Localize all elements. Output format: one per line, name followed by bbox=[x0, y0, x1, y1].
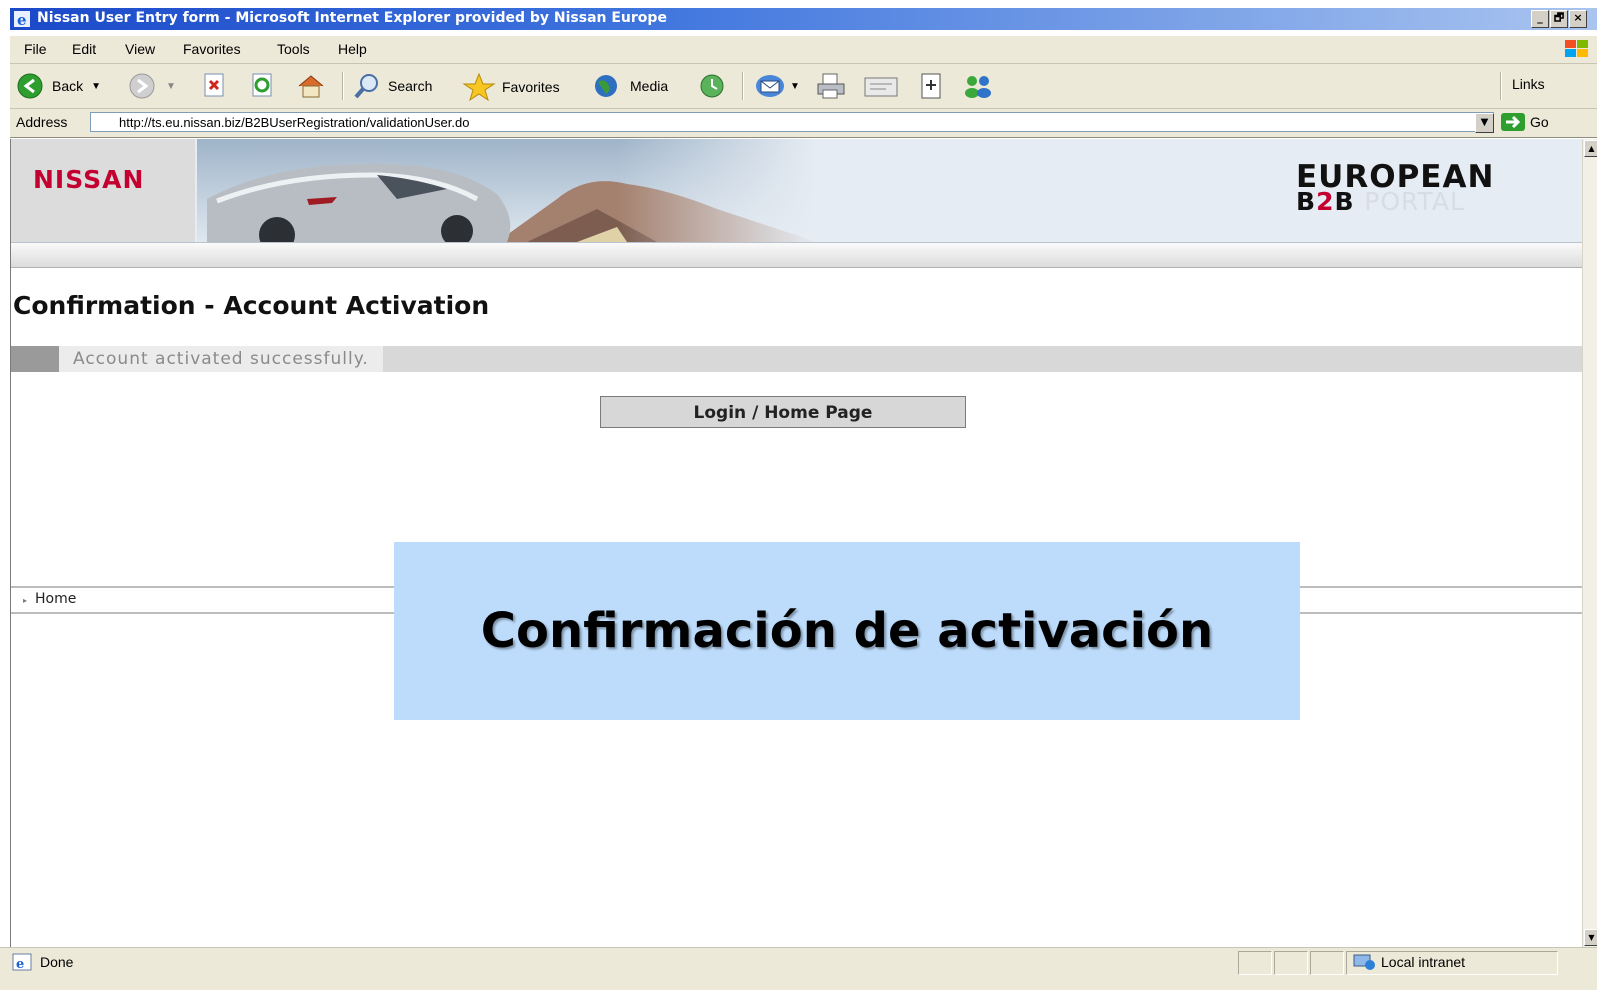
overlay-caption-box: Confirmación de activación bbox=[394, 542, 1300, 720]
bullet-icon: ▸ bbox=[23, 596, 28, 605]
address-label: Address bbox=[16, 114, 68, 130]
menu-file[interactable]: File bbox=[24, 41, 47, 57]
portal-title-b2b: B2B PORTAL bbox=[1296, 187, 1465, 216]
login-home-page-button[interactable]: Login / Home Page bbox=[600, 396, 966, 428]
back-arrow-icon bbox=[17, 73, 43, 99]
favorites-label: Favorites bbox=[502, 79, 560, 95]
local-intranet-icon bbox=[1353, 954, 1375, 970]
forward-button[interactable]: ▼ bbox=[128, 72, 176, 100]
back-dropdown-icon[interactable]: ▼ bbox=[91, 81, 101, 92]
page-title: Confirmation - Account Activation bbox=[13, 291, 490, 320]
car-banner-image bbox=[197, 139, 817, 242]
links-button[interactable]: Links bbox=[1512, 76, 1545, 92]
address-bar: Address http://ts.eu.nissan.biz/B2BUserR… bbox=[10, 109, 1597, 138]
page-done-icon: e bbox=[12, 953, 32, 971]
toolbar: Back ▼ ▼ Search Favorites Media ▼ Links bbox=[10, 64, 1597, 109]
go-button[interactable]: Go bbox=[1500, 112, 1549, 132]
search-button[interactable]: Search bbox=[352, 72, 432, 100]
title-bar: e Nissan User Entry form - Microsoft Int… bbox=[0, 0, 1597, 36]
portal-b-letter-2: B bbox=[1334, 187, 1355, 216]
maximize-button[interactable]: 🗗 bbox=[1550, 10, 1568, 28]
back-button[interactable]: Back ▼ bbox=[16, 72, 101, 100]
home-icon[interactable] bbox=[295, 72, 327, 100]
media-button[interactable]: Media bbox=[592, 72, 668, 100]
home-link-label: Home bbox=[35, 591, 77, 607]
nissan-logo: NISSAN bbox=[33, 165, 145, 194]
favorites-star-icon bbox=[462, 72, 496, 102]
media-globe-icon bbox=[595, 75, 617, 97]
status-text: Done bbox=[40, 954, 74, 970]
search-label: Search bbox=[388, 78, 433, 94]
close-button[interactable]: × bbox=[1569, 10, 1587, 28]
menu-edit[interactable]: Edit bbox=[72, 41, 96, 57]
portal-word: PORTAL bbox=[1364, 187, 1465, 216]
window-title: Nissan User Entry form - Microsoft Inter… bbox=[37, 10, 667, 26]
internet-explorer-icon: e bbox=[14, 11, 30, 28]
scroll-up-button[interactable]: ▲ bbox=[1584, 140, 1597, 157]
edit-icon[interactable] bbox=[862, 72, 900, 100]
address-input[interactable]: http://ts.eu.nissan.biz/B2BUserRegistrat… bbox=[90, 112, 1494, 132]
menu-favorites[interactable]: Favorites bbox=[183, 41, 241, 57]
status-cell bbox=[1238, 951, 1272, 975]
success-message: Account activated successfully. bbox=[59, 346, 383, 372]
home-link[interactable]: ▸ Home bbox=[23, 591, 76, 607]
forward-dropdown-icon[interactable]: ▼ bbox=[166, 81, 176, 92]
navigation-bar bbox=[11, 243, 1583, 268]
overlay-caption: Confirmación de activación bbox=[480, 603, 1214, 659]
print-icon[interactable] bbox=[814, 72, 848, 100]
toolbar-separator bbox=[1500, 72, 1502, 100]
forward-arrow-icon bbox=[129, 73, 155, 99]
portal-banner: NISSAN EUROPEAN B2B PORTAL bbox=[11, 139, 1583, 243]
mail-dropdown-icon[interactable]: ▼ bbox=[790, 81, 800, 92]
toolbar-separator bbox=[742, 72, 744, 100]
address-dropdown-button[interactable]: ▼ bbox=[1475, 113, 1494, 133]
windows-logo-icon bbox=[1565, 40, 1588, 57]
media-label: Media bbox=[630, 78, 669, 94]
minimize-button[interactable]: _ bbox=[1531, 10, 1549, 28]
svg-text:e: e bbox=[16, 957, 24, 971]
menu-tools[interactable]: Tools bbox=[277, 41, 310, 57]
back-label: Back bbox=[52, 78, 84, 94]
history-icon[interactable] bbox=[696, 72, 728, 100]
menu-view[interactable]: View bbox=[125, 41, 155, 57]
status-bar: e Done Local intranet bbox=[0, 947, 1597, 990]
messenger-icon[interactable] bbox=[960, 72, 996, 100]
menu-bar: File Edit View Favorites Tools Help bbox=[10, 36, 1597, 64]
message-marker bbox=[11, 346, 59, 372]
vertical-scrollbar[interactable]: ▲ ▼ bbox=[1582, 139, 1597, 947]
svg-text:e: e bbox=[17, 11, 27, 28]
mail-icon bbox=[756, 75, 784, 97]
status-message-bar: Account activated successfully. bbox=[11, 346, 1583, 372]
toolbar-separator bbox=[342, 72, 344, 100]
discuss-icon[interactable] bbox=[918, 72, 944, 100]
scroll-down-button[interactable]: ▼ bbox=[1584, 929, 1597, 946]
search-icon bbox=[354, 74, 378, 99]
go-arrow-icon bbox=[1501, 113, 1525, 131]
portal-2-digit: 2 bbox=[1316, 187, 1335, 216]
mail-button[interactable]: ▼ bbox=[754, 72, 800, 100]
refresh-icon[interactable] bbox=[250, 72, 276, 98]
favorites-button[interactable]: Favorites bbox=[462, 72, 560, 102]
portal-b-letter: B bbox=[1296, 187, 1317, 216]
nissan-logo-box: NISSAN bbox=[11, 139, 195, 242]
stop-icon[interactable] bbox=[202, 72, 228, 98]
status-cell bbox=[1310, 951, 1344, 975]
zone-label: Local intranet bbox=[1381, 954, 1466, 970]
status-cell bbox=[1274, 951, 1308, 975]
menu-help[interactable]: Help bbox=[338, 41, 367, 57]
go-label: Go bbox=[1530, 114, 1549, 130]
